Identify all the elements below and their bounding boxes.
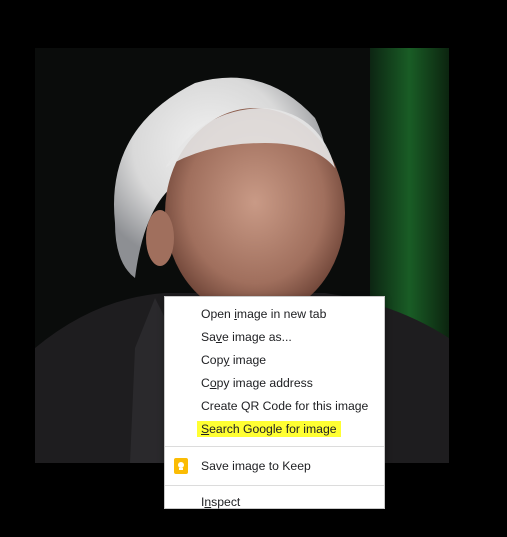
menu-item-save-image-to-keep[interactable]: Save image to Keep: [165, 452, 384, 480]
menu-item-inspect[interactable]: Inspect: [165, 491, 384, 514]
menu-item-copy-image-address[interactable]: Copy image address: [165, 372, 384, 395]
screen: Open image in new tab Save image as... C…: [0, 0, 507, 537]
menu-item-label: Copy image: [201, 353, 267, 367]
menu-item-search-google-for-image[interactable]: Search Google for image: [165, 418, 384, 441]
menu-item-label: Save image to Keep: [201, 459, 311, 473]
menu-item-save-image-as[interactable]: Save image as...: [165, 326, 384, 349]
menu-item-label: Save image as...: [201, 330, 292, 344]
menu-item-label: Inspect: [201, 495, 241, 509]
menu-item-create-qr-code[interactable]: Create QR Code for this image: [165, 395, 384, 418]
context-menu: Open image in new tab Save image as... C…: [164, 296, 385, 509]
menu-item-label: Copy image address: [201, 376, 313, 390]
menu-item-copy-image[interactable]: Copy image: [165, 349, 384, 372]
menu-separator: [165, 485, 384, 486]
menu-separator: [165, 446, 384, 447]
google-keep-icon: [174, 458, 188, 474]
menu-item-label: Open image in new tab: [201, 307, 327, 321]
menu-item-label: Search Google for image: [197, 421, 341, 437]
menu-item-label: Create QR Code for this image: [201, 399, 369, 413]
menu-item-open-image-new-tab[interactable]: Open image in new tab: [165, 303, 384, 326]
